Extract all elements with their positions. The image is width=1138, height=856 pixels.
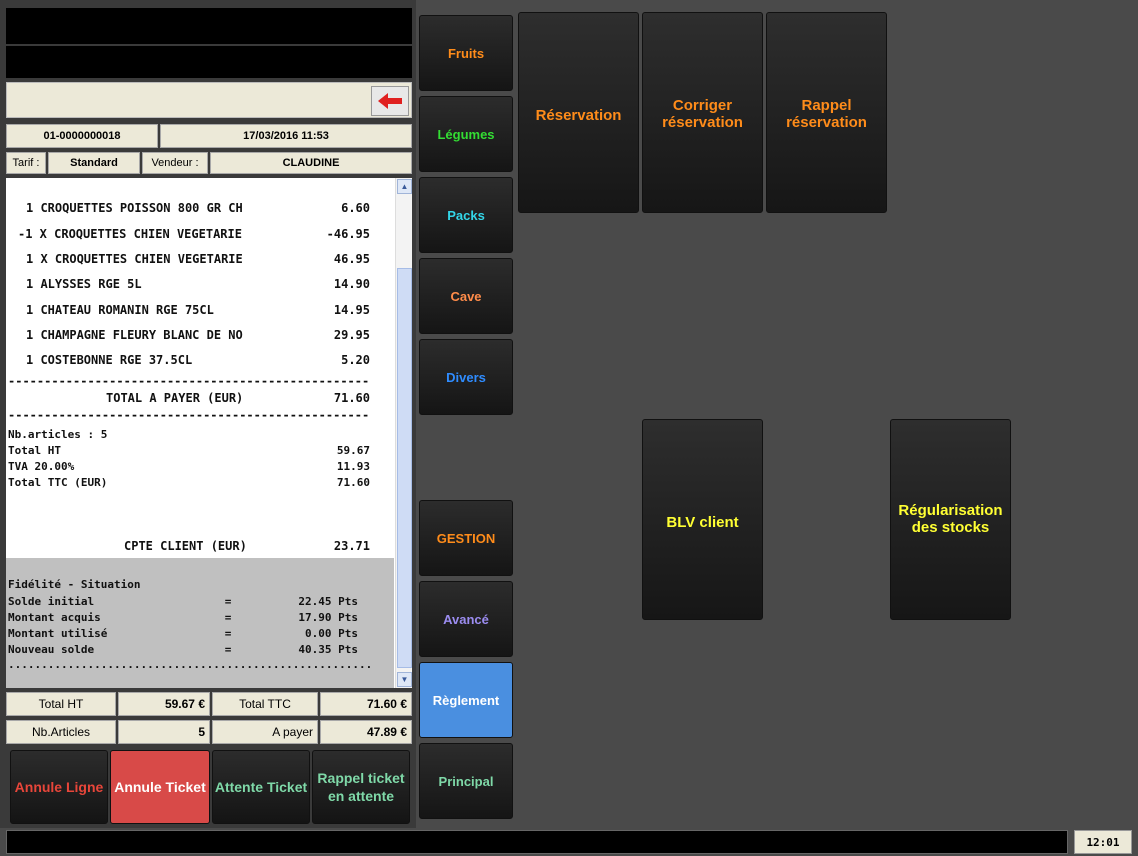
scroll-down-icon[interactable]: ▼ xyxy=(397,672,412,687)
back-arrow-icon xyxy=(378,93,402,109)
tarif-label: Tarif : xyxy=(6,152,46,174)
category-reglement[interactable]: Règlement xyxy=(419,662,513,738)
barcode-input[interactable] xyxy=(6,82,412,118)
cpte-client-line: CPTE CLIENT (EUR) 23.71 xyxy=(124,539,370,553)
a-payer-value: 47.89 € xyxy=(320,720,412,744)
scroll-up-icon[interactable]: ▲ xyxy=(397,179,412,194)
receipt-view[interactable]: 1 CROQUETTES POISSON 800 GR CH 6.60 -1 X … xyxy=(6,178,412,688)
fidelite-row: Nouveau solde = 40.35 Pts xyxy=(8,643,358,656)
receipt-scrollbar[interactable]: ▲ ▼ xyxy=(395,178,412,688)
rappel-reservation-button[interactable]: Rappel réservation xyxy=(766,12,887,213)
total-ttc-label: Total TTC xyxy=(212,692,318,716)
category-avance[interactable]: Avancé xyxy=(419,581,513,657)
total-ht-value: 59.67 € xyxy=(118,692,210,716)
category-gestion[interactable]: GESTION xyxy=(419,500,513,576)
detail-line: Nb.articles : 5 xyxy=(8,428,108,441)
blv-client-button[interactable]: BLV client xyxy=(642,419,763,620)
ticket-line[interactable]: 1 CROQUETTES POISSON 800 GR CH 6.60 xyxy=(26,201,370,215)
ticket-line[interactable]: 1 ALYSSES RGE 5L 14.90 xyxy=(26,277,370,291)
corriger-reservation-button[interactable]: Corriger réservation xyxy=(642,12,763,213)
detail-line: Total TTC (EUR) 71.60 xyxy=(8,476,370,489)
category-fruits[interactable]: Fruits xyxy=(419,15,513,91)
clock: 12:01 xyxy=(1074,830,1132,854)
backspace-button[interactable] xyxy=(371,86,409,116)
fidelite-title: Fidélité - Situation xyxy=(8,578,141,591)
fidelite-row: Montant utilisé = 0.00 Pts xyxy=(8,627,358,640)
annule-ticket-button[interactable]: Annule Ticket xyxy=(110,750,210,824)
total-ht-label: Total HT xyxy=(6,692,116,716)
attente-ticket-button[interactable]: Attente Ticket xyxy=(212,750,310,824)
fidelite-row: Solde initial = 22.45 Pts xyxy=(8,595,358,608)
category-principal[interactable]: Principal xyxy=(419,743,513,819)
ticket-line[interactable]: 1 CHATEAU ROMANIN RGE 75CL 14.95 xyxy=(26,303,370,317)
fidelite-row: Montant acquis = 17.90 Pts xyxy=(8,611,358,624)
ticket-line[interactable]: 1 CHAMPAGNE FLEURY BLANC DE NO 29.95 xyxy=(26,328,370,342)
a-payer-label: A payer xyxy=(212,720,318,744)
category-packs[interactable]: Packs xyxy=(419,177,513,253)
customer-display-line-2 xyxy=(6,46,412,78)
regularisation-stocks-button[interactable]: Régularisation des stocks xyxy=(890,419,1011,620)
separator: ----------------------------------------… xyxy=(8,408,370,422)
scroll-thumb[interactable] xyxy=(397,268,412,668)
vendeur-label: Vendeur : xyxy=(142,152,208,174)
customer-display-line-1 xyxy=(6,8,412,44)
vendeur-value: CLAUDINE xyxy=(210,152,412,174)
nb-articles-label: Nb.Articles xyxy=(6,720,116,744)
ticket-datetime: 17/03/2016 11:53 xyxy=(160,124,412,148)
separator: ----------------------------------------… xyxy=(8,374,370,388)
category-divers[interactable]: Divers xyxy=(419,339,513,415)
detail-line: Total HT 59.67 xyxy=(8,444,370,457)
reservation-button[interactable]: Réservation xyxy=(518,12,639,213)
total-ttc-value: 71.60 € xyxy=(320,692,412,716)
detail-line: TVA 20.00% 11.93 xyxy=(8,460,370,473)
dotted-separator: ........................................… xyxy=(8,658,370,671)
fidelite-section: Fidélité - Situation Solde initial = 22.45… xyxy=(6,558,394,688)
nb-articles-value: 5 xyxy=(118,720,210,744)
total-line: TOTAL A PAYER (EUR) 71.60 xyxy=(106,391,370,405)
ticket-line[interactable]: 1 X CROQUETTES CHIEN VEGETARIE 46.95 xyxy=(26,252,370,266)
rappel-ticket-button[interactable]: Rappel ticket en attente xyxy=(312,750,410,824)
ticket-panel: 01-0000000018 17/03/2016 11:53 Tarif : S… xyxy=(0,0,416,828)
receipt-body: 1 CROQUETTES POISSON 800 GR CH 6.60 -1 X … xyxy=(6,178,394,688)
ticket-number: 01-0000000018 xyxy=(6,124,158,148)
status-bar xyxy=(6,830,1068,854)
ticket-line[interactable]: -1 X CROQUETTES CHIEN VEGETARIE -46.95 xyxy=(18,227,370,241)
category-cave[interactable]: Cave xyxy=(419,258,513,334)
ticket-line[interactable]: 1 COSTEBONNE RGE 37.5CL 5.20 xyxy=(26,353,370,367)
category-legumes[interactable]: Légumes xyxy=(419,96,513,172)
annule-ligne-button[interactable]: Annule Ligne xyxy=(10,750,108,824)
tarif-value: Standard xyxy=(48,152,140,174)
